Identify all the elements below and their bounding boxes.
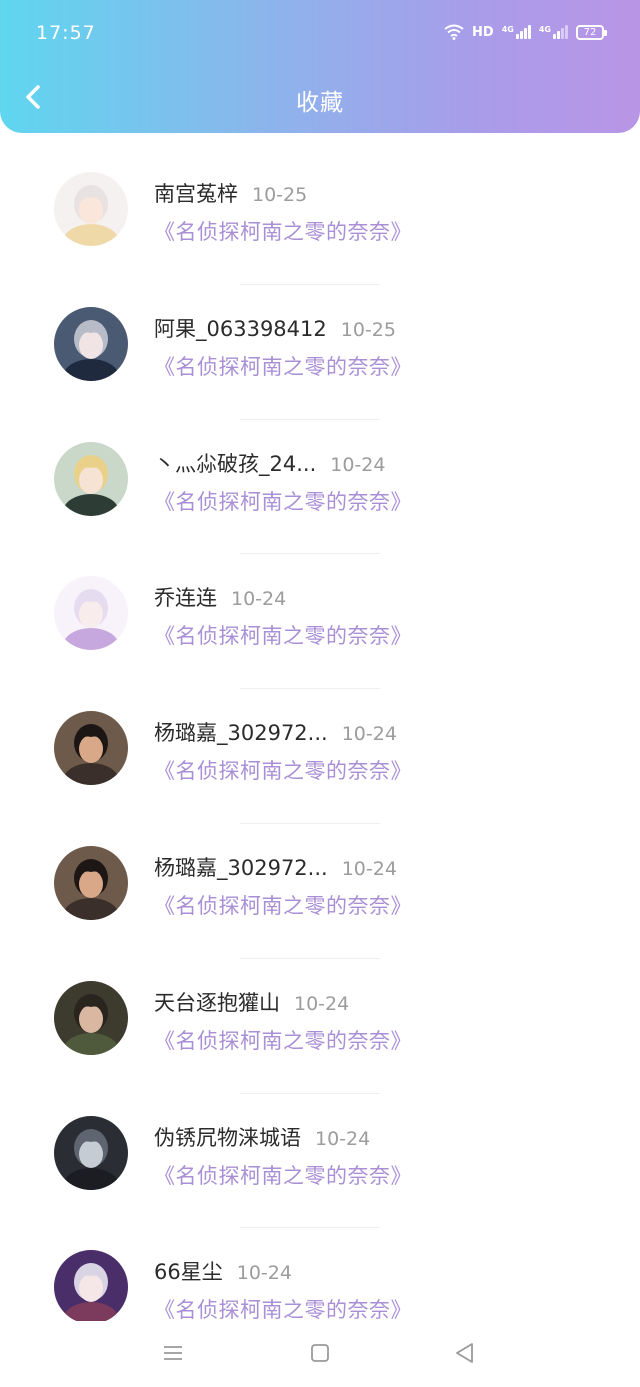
avatar[interactable]	[54, 172, 128, 246]
back-triangle-icon[interactable]	[451, 1339, 479, 1367]
list-item[interactable]: 天台逐抱獾山 10-24 《名侦探柯南之零的奈奈》	[0, 959, 640, 1094]
avatar[interactable]	[54, 306, 128, 381]
status-time: 17:57	[36, 22, 96, 44]
avatar[interactable]	[54, 1115, 128, 1190]
user-name-text: 丶灬尛破孩_24...	[154, 451, 317, 476]
avatar[interactable]	[54, 441, 128, 516]
app-header: 17:57 HD 4G 4G 72 收藏	[0, 0, 640, 133]
avatar[interactable]	[54, 576, 128, 651]
home-square-icon[interactable]	[306, 1339, 334, 1367]
user-name-text: 杨璐嘉_302972...	[154, 855, 328, 880]
signal-icon-1: 4G	[502, 25, 531, 39]
user-name-text: 乔连连	[154, 586, 217, 611]
user-name: 乔连连 10-24	[154, 582, 286, 612]
book-title-link[interactable]: 《名侦探柯南之零的奈奈》	[154, 755, 412, 785]
favorites-list: 南宫菟梓 10-25 《名侦探柯南之零的奈奈》 阿果_063398412 10-25…	[0, 150, 640, 1364]
favorite-date: 10-24	[341, 857, 397, 880]
status-bar: 17:57 HD 4G 4G 72	[0, 0, 640, 66]
favorite-date: 10-24	[231, 588, 287, 611]
avatar[interactable]	[54, 1250, 128, 1325]
signal-icon-2: 4G	[539, 25, 568, 39]
book-title-link[interactable]: 《名侦探柯南之零的奈奈》	[154, 1025, 412, 1055]
status-icons: HD 4G 4G 72	[444, 24, 607, 40]
user-name: 杨璐嘉_302972... 10-24	[154, 717, 397, 747]
book-title-link[interactable]: 《名侦探柯南之零的奈奈》	[154, 890, 412, 920]
user-name-text: 66星尘	[154, 1260, 223, 1285]
favorite-date: 10-24	[330, 453, 386, 476]
avatar[interactable]	[54, 980, 128, 1055]
book-title-link[interactable]: 《名侦探柯南之零的奈奈》	[154, 216, 412, 246]
user-name-text: 阿果_063398412	[154, 316, 327, 341]
favorite-date: 10-25	[340, 318, 396, 341]
list-item[interactable]: 杨璐嘉_302972... 10-24 《名侦探柯南之零的奈奈》	[0, 689, 640, 824]
list-item[interactable]: 乔连连 10-24 《名侦探柯南之零的奈奈》	[0, 554, 640, 690]
hd-label: HD	[472, 24, 494, 40]
nav-bar: 收藏	[0, 66, 640, 128]
list-item[interactable]: 杨璐嘉_302972... 10-24 《名侦探柯南之零的奈奈》	[0, 824, 640, 959]
avatar[interactable]	[54, 845, 128, 920]
book-title-link[interactable]: 《名侦探柯南之零的奈奈》	[154, 351, 412, 381]
user-name: 南宫菟梓 10-25	[154, 178, 307, 208]
book-title-link[interactable]: 《名侦探柯南之零的奈奈》	[154, 486, 412, 516]
user-name: 阿果_063398412 10-25	[154, 313, 396, 343]
list-item[interactable]: 南宫菟梓 10-25 《名侦探柯南之零的奈奈》	[0, 150, 640, 285]
user-name-text: 南宫菟梓	[154, 182, 238, 206]
system-nav-bar	[0, 1321, 640, 1387]
user-name: 66星尘 10-24	[154, 1256, 292, 1286]
page-title: 收藏	[296, 90, 344, 116]
favorite-date: 10-25	[252, 184, 308, 206]
battery-icon: 72	[576, 24, 607, 40]
user-name-text: 杨璐嘉_302972...	[154, 721, 328, 746]
book-title-link[interactable]: 《名侦探柯南之零的奈奈》	[154, 620, 412, 650]
list-item[interactable]: 丶灬尛破孩_24... 10-24 《名侦探柯南之零的奈奈》	[0, 420, 640, 555]
user-name: 杨璐嘉_302972... 10-24	[154, 852, 397, 882]
user-name-text: 天台逐抱獾山	[154, 990, 280, 1015]
book-title-link[interactable]: 《名侦探柯南之零的奈奈》	[154, 1294, 412, 1324]
user-name-text: 伪锈凥物涞城语	[154, 1125, 301, 1150]
favorite-date: 10-24	[236, 1262, 292, 1285]
user-name: 伪锈凥物涞城语 10-24	[154, 1122, 370, 1152]
favorite-date: 10-24	[315, 1127, 371, 1150]
list-item[interactable]: 伪锈凥物涞城语 10-24 《名侦探柯南之零的奈奈》	[0, 1094, 640, 1229]
book-title-link[interactable]: 《名侦探柯南之零的奈奈》	[154, 1160, 412, 1190]
user-name: 天台逐抱獾山 10-24	[154, 987, 349, 1017]
menu-icon[interactable]	[159, 1339, 187, 1367]
favorite-date: 10-24	[294, 992, 350, 1015]
wifi-icon	[444, 24, 464, 40]
avatar[interactable]	[54, 711, 128, 786]
user-name: 丶灬尛破孩_24... 10-24	[154, 448, 385, 478]
list-item[interactable]: 阿果_063398412 10-25 《名侦探柯南之零的奈奈》	[0, 285, 640, 420]
favorite-date: 10-24	[341, 723, 397, 746]
